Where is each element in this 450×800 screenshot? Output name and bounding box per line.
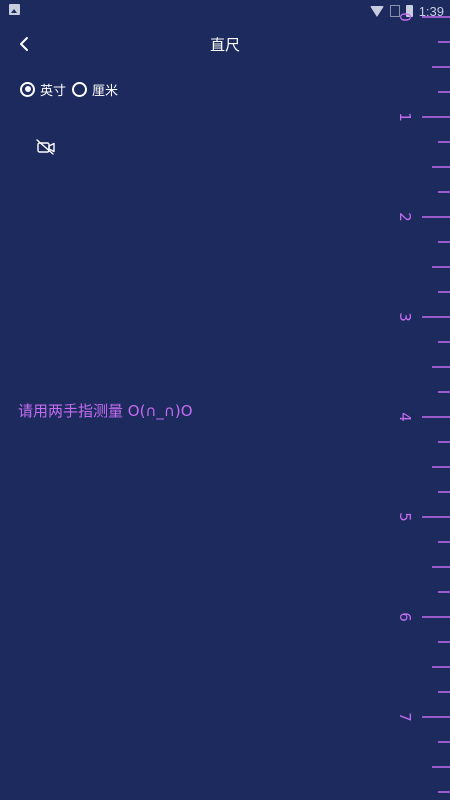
- ruler-scale: 0 1 2 3 4 5 6 7: [396, 12, 450, 793]
- ruler-label: 3: [396, 312, 414, 322]
- unit-options: 英寸 厘米: [20, 78, 124, 100]
- ruler-label: 1: [396, 112, 414, 122]
- wifi-icon: [369, 5, 384, 17]
- camera-off-icon: [36, 139, 55, 155]
- unit-option-label: 厘米: [92, 83, 119, 99]
- gallery-icon: [9, 4, 20, 15]
- status-bar: 1:39: [0, 0, 450, 22]
- unit-option-inch[interactable]: 英寸: [20, 80, 66, 99]
- ruler-label: 0: [396, 12, 414, 22]
- ruler: 0 1 2 3 4 5 6 7: [390, 0, 450, 800]
- ruler-label: 6: [396, 612, 414, 622]
- unit-option-cm[interactable]: 厘米: [72, 80, 118, 99]
- radio-checked-icon: [20, 81, 35, 97]
- header: 直尺: [0, 22, 450, 66]
- camera-toggle-button[interactable]: [36, 138, 56, 156]
- page-title: 直尺: [209, 36, 240, 54]
- ruler-label: 7: [396, 712, 414, 722]
- unit-option-label: 英寸: [40, 83, 67, 99]
- radio-unchecked-icon: [72, 81, 88, 97]
- measure-hint-text: 请用两手指测量 O(∩_∩)O: [18, 402, 193, 420]
- ruler-label: 2: [396, 212, 414, 222]
- ruler-label: 4: [396, 412, 414, 422]
- ruler-label: 5: [396, 512, 414, 522]
